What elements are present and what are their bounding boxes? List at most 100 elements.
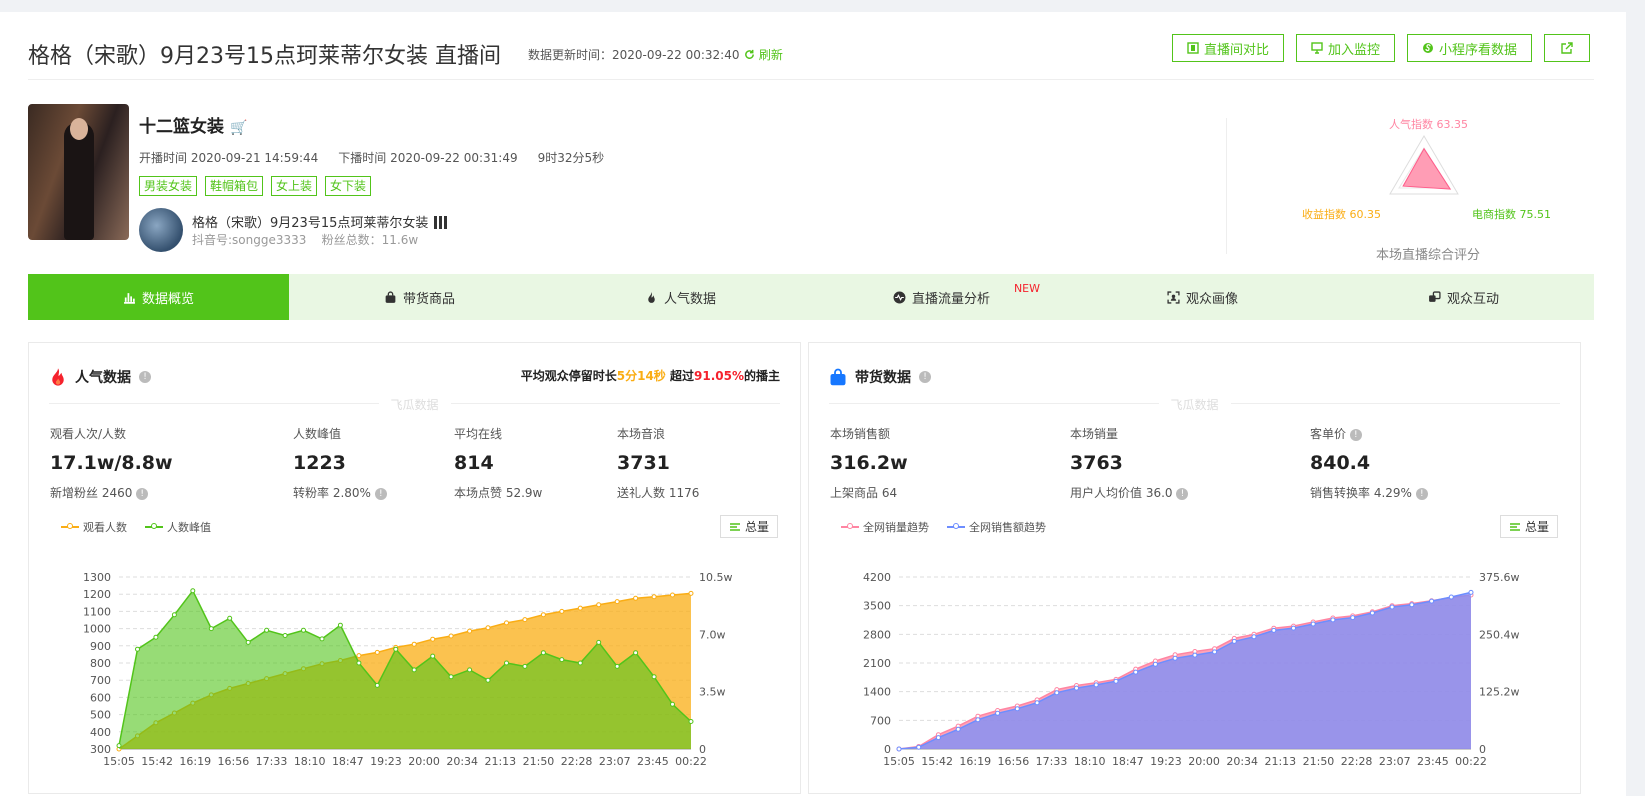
data-point[interactable]: [688, 719, 694, 724]
legend-item[interactable]: 人数峰值: [145, 519, 211, 535]
refresh-button[interactable]: 刷新: [744, 46, 783, 63]
data-point[interactable]: [504, 660, 509, 666]
data-point[interactable]: [540, 612, 546, 618]
data-point[interactable]: [430, 653, 436, 659]
data-point[interactable]: [1074, 685, 1079, 691]
data-point[interactable]: [1152, 661, 1158, 667]
data-point[interactable]: [1448, 594, 1454, 600]
help-icon[interactable]: !: [374, 488, 387, 500]
data-point[interactable]: [448, 674, 454, 680]
data-point[interactable]: [1133, 669, 1139, 675]
data-point[interactable]: [1310, 621, 1316, 627]
live-cover-image[interactable]: [28, 104, 129, 240]
legend-item[interactable]: 观看人数: [61, 519, 127, 535]
data-point[interactable]: [1409, 602, 1415, 608]
legend-item[interactable]: 全网销售额趋势: [947, 519, 1046, 535]
data-point[interactable]: [916, 744, 922, 750]
data-point[interactable]: [559, 657, 565, 663]
data-point[interactable]: [485, 625, 491, 631]
qrcode-icon[interactable]: [434, 216, 448, 229]
data-point[interactable]: [1369, 610, 1375, 616]
data-point[interactable]: [1054, 690, 1060, 696]
data-point[interactable]: [1291, 625, 1296, 631]
help-icon[interactable]: !: [139, 371, 151, 383]
data-point[interactable]: [467, 667, 473, 673]
share-button[interactable]: [1544, 34, 1590, 62]
data-point[interactable]: [282, 633, 288, 638]
data-point[interactable]: [1172, 655, 1178, 661]
data-point[interactable]: [356, 660, 362, 666]
data-point[interactable]: [896, 746, 902, 752]
tab-popularity[interactable]: 人气数据: [550, 274, 811, 320]
tab-traffic[interactable]: 直播流量分析 NEW: [811, 274, 1072, 320]
data-point[interactable]: [1251, 634, 1257, 640]
data-point[interactable]: [596, 602, 602, 608]
data-point[interactable]: [1330, 617, 1336, 623]
data-point[interactable]: [411, 667, 417, 673]
help-icon[interactable]: !: [136, 488, 149, 500]
data-point[interactable]: [1192, 652, 1198, 658]
data-point[interactable]: [1271, 627, 1277, 633]
anchor-name[interactable]: 格格（宋歌）9月23号15点珂莱蒂尔女装: [192, 212, 448, 231]
data-point[interactable]: [577, 660, 583, 666]
help-icon[interactable]: !: [919, 371, 931, 383]
data-point[interactable]: [153, 634, 159, 640]
data-point[interactable]: [116, 743, 122, 749]
data-point[interactable]: [1389, 604, 1395, 610]
tab-audience[interactable]: 观众画像: [1072, 274, 1333, 320]
data-point[interactable]: [577, 605, 583, 611]
data-point[interactable]: [430, 636, 436, 642]
help-icon[interactable]: !: [1176, 488, 1189, 500]
data-point[interactable]: [190, 588, 196, 594]
data-point[interactable]: [614, 599, 620, 605]
data-point[interactable]: [171, 612, 177, 618]
data-point[interactable]: [467, 628, 473, 634]
data-point[interactable]: [596, 639, 602, 645]
data-point[interactable]: [227, 615, 233, 621]
data-point[interactable]: [633, 650, 639, 656]
monitor-button[interactable]: 加入监控: [1295, 34, 1395, 62]
data-point[interactable]: [504, 620, 509, 626]
data-point[interactable]: [1113, 678, 1119, 684]
data-point[interactable]: [1212, 649, 1218, 655]
data-point[interactable]: [1093, 682, 1099, 688]
help-icon[interactable]: !: [1349, 429, 1362, 441]
data-point[interactable]: [651, 594, 657, 600]
data-point[interactable]: [955, 726, 961, 732]
data-point[interactable]: [633, 595, 639, 601]
data-point[interactable]: [995, 710, 1001, 716]
data-point[interactable]: [264, 627, 270, 633]
miniapp-button[interactable]: 小程序看数据: [1406, 34, 1532, 62]
help-icon[interactable]: !: [1415, 488, 1428, 500]
data-point[interactable]: [688, 590, 694, 596]
data-point[interactable]: [651, 674, 657, 680]
data-point[interactable]: [135, 646, 140, 652]
data-point[interactable]: [1034, 700, 1040, 706]
avatar[interactable]: [139, 208, 183, 252]
tab-interaction[interactable]: 观众互动: [1333, 274, 1594, 320]
tab-overview[interactable]: 数据概览: [28, 274, 289, 320]
legend-item[interactable]: 全网销量趋势: [841, 519, 929, 535]
data-point[interactable]: [935, 735, 941, 741]
data-point[interactable]: [522, 617, 528, 623]
total-toggle-button[interactable]: 总量: [719, 515, 778, 538]
data-point[interactable]: [1429, 598, 1435, 604]
data-point[interactable]: [448, 633, 454, 639]
data-point[interactable]: [1014, 706, 1020, 712]
data-point[interactable]: [374, 682, 380, 688]
data-point[interactable]: [975, 717, 981, 723]
data-point[interactable]: [411, 641, 417, 647]
data-point[interactable]: [393, 646, 399, 652]
data-point[interactable]: [614, 663, 620, 669]
data-point[interactable]: [337, 622, 343, 628]
data-point[interactable]: [245, 639, 251, 645]
tab-products[interactable]: 带货商品: [289, 274, 550, 320]
data-point[interactable]: [374, 649, 380, 655]
data-point[interactable]: [559, 608, 565, 614]
data-point[interactable]: [540, 650, 546, 656]
data-point[interactable]: [670, 701, 675, 707]
compare-button[interactable]: 直播间对比: [1171, 34, 1284, 62]
shop-name[interactable]: 十二篮女装 🛒: [139, 112, 247, 137]
data-point[interactable]: [1468, 589, 1474, 595]
total-toggle-button[interactable]: 总量: [1499, 515, 1558, 538]
